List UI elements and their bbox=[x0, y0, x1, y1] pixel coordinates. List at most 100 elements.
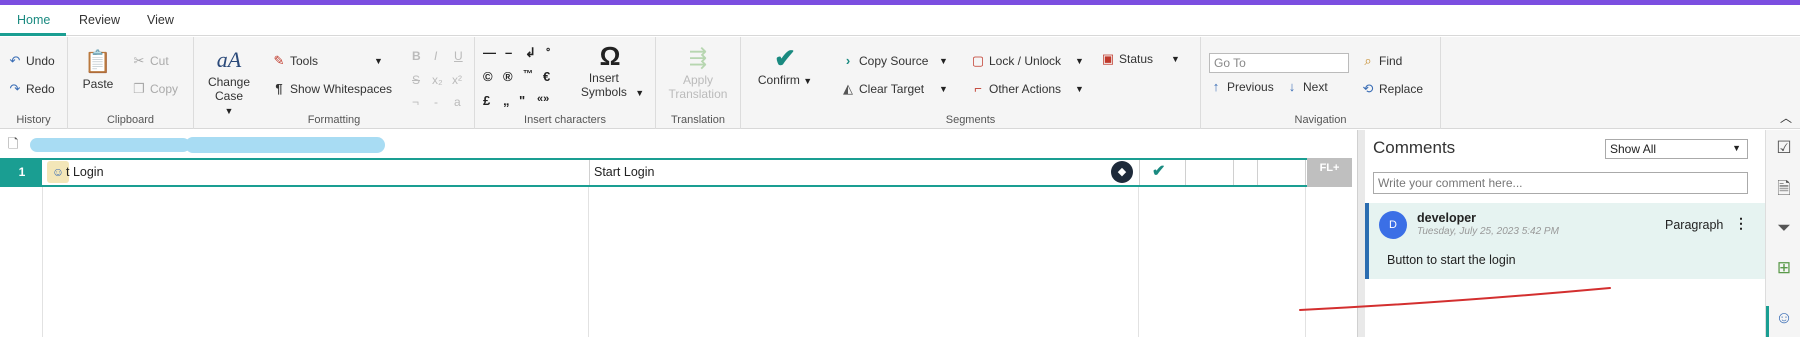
italic-icon[interactable]: I bbox=[434, 49, 437, 63]
em-dash-icon[interactable]: — bbox=[483, 45, 496, 60]
target-text: Start Login bbox=[594, 165, 655, 179]
apply-translation-button[interactable]: ⇶ Apply Translation bbox=[664, 43, 732, 101]
undo-button[interactable]: ↶ Undo bbox=[8, 53, 55, 69]
copy-label: Copy bbox=[150, 82, 179, 96]
bold-icon[interactable]: B bbox=[412, 49, 421, 63]
tab-home[interactable]: Home bbox=[17, 13, 50, 27]
subscript-icon[interactable]: x₂ bbox=[432, 73, 443, 87]
next-button[interactable]: ↓ Next bbox=[1285, 79, 1328, 94]
lock-unlock-label: Lock / Unlock bbox=[989, 54, 1062, 68]
degree-icon[interactable]: ∘ bbox=[545, 45, 551, 56]
clear-target-button[interactable]: ◭ Clear Target bbox=[841, 81, 924, 97]
comments-filter-select[interactable]: Show All ▼ bbox=[1605, 139, 1748, 159]
low-quote-symbol[interactable]: „ bbox=[503, 93, 510, 108]
replace-label: Replace bbox=[1379, 82, 1424, 96]
tools-icon: ✎ bbox=[273, 53, 285, 68]
target-cell[interactable]: Start Login bbox=[590, 160, 1140, 185]
superscript-icon[interactable]: x² bbox=[452, 73, 462, 87]
segment-row[interactable]: 1 ☺ t Login Start Login ◆ ✔ FL+ bbox=[0, 158, 1352, 187]
not-sign-icon[interactable]: ¬ bbox=[412, 95, 419, 109]
clipboard-group: 📋 Paste ✂ Cut ❐ Copy Clipboard bbox=[68, 37, 194, 129]
translation-group-label: Translation bbox=[670, 114, 725, 126]
insert-characters-group-label: Insert characters bbox=[524, 114, 606, 126]
show-whitespaces-label: Show Whitespaces bbox=[290, 81, 393, 96]
previous-button[interactable]: ↑ Previous bbox=[1209, 79, 1274, 94]
copy-button[interactable]: ❐ Copy bbox=[132, 81, 178, 97]
status-dropdown-icon[interactable]: ▼ bbox=[1171, 54, 1180, 64]
lock-icon: ▢ bbox=[971, 53, 985, 68]
registered-symbol[interactable]: ® bbox=[503, 69, 513, 84]
undo-icon: ↶ bbox=[9, 53, 21, 68]
chevron-down-icon: ▼ bbox=[635, 88, 645, 98]
copy-source-dropdown-icon[interactable]: ▼ bbox=[939, 56, 948, 66]
filter-icon[interactable]: ⏷ bbox=[1772, 218, 1796, 242]
search-icon: ⌕ bbox=[1364, 53, 1372, 68]
guillemets-symbol[interactable]: «» bbox=[537, 93, 549, 105]
navigation-group-label: Navigation bbox=[1294, 114, 1347, 126]
comment-scope: Paragraph bbox=[1665, 218, 1724, 232]
other-actions-button[interactable]: ⌐ Other Actions bbox=[971, 81, 1061, 96]
panel-splitter[interactable] bbox=[1357, 130, 1365, 337]
column-divider bbox=[1305, 187, 1306, 337]
editor-panel: 🗋 1 ☺ t Login Start Login ◆ ✔ FL+ bbox=[0, 130, 1357, 337]
formatting-group-label: Formatting bbox=[307, 114, 361, 126]
qa-check-icon[interactable]: ☑ bbox=[1772, 138, 1796, 162]
tm-lookup-icon[interactable]: ⊞ bbox=[1772, 258, 1796, 282]
tab-review[interactable]: Review bbox=[79, 13, 120, 27]
source-cell[interactable]: ☺ t Login bbox=[42, 160, 590, 185]
comment-card[interactable]: D developer Tuesday, July 25, 2023 5:42 … bbox=[1365, 203, 1765, 279]
trademark-symbol[interactable]: ™ bbox=[523, 69, 533, 80]
paste-button[interactable]: 📋 Paste bbox=[78, 47, 118, 91]
en-dash-icon[interactable]: – bbox=[505, 45, 512, 60]
active-tab-indicator bbox=[0, 33, 66, 36]
apply-translation-icon: ⇶ bbox=[688, 45, 708, 70]
euro-symbol[interactable]: € bbox=[543, 69, 550, 84]
chevron-right-icon: › bbox=[845, 53, 851, 68]
underline-icon[interactable]: U bbox=[454, 49, 463, 63]
comment-input[interactable]: Write your comment here... bbox=[1373, 172, 1748, 194]
pound-symbol[interactable]: £ bbox=[483, 93, 490, 108]
find-button[interactable]: ⌕ Find bbox=[1361, 53, 1402, 69]
return-icon[interactable]: ↲ bbox=[525, 45, 536, 61]
info-cell-2 bbox=[1234, 160, 1258, 185]
status-button[interactable]: ▣ Status bbox=[1101, 51, 1153, 67]
other-actions-dropdown-icon[interactable]: ▼ bbox=[1075, 84, 1084, 94]
confirm-button[interactable]: ✔ Confirm ▼ bbox=[753, 43, 817, 87]
change-case-button[interactable]: aA Change Case ▼ bbox=[204, 45, 254, 117]
tools-button[interactable]: ✎ Tools bbox=[272, 53, 318, 69]
case-icon[interactable]: a bbox=[454, 95, 461, 109]
comment-body: Button to start the login bbox=[1387, 253, 1516, 267]
ribbon-tabs: Home Review View bbox=[0, 5, 1800, 36]
chevron-down-icon: ▼ bbox=[1732, 143, 1741, 153]
other-actions-icon: ⌐ bbox=[974, 81, 982, 96]
insert-symbols-button[interactable]: Ω Insert Symbols ▼ bbox=[575, 41, 645, 99]
cut-button[interactable]: ✂ Cut bbox=[132, 53, 169, 69]
arrow-up-icon: ↑ bbox=[1212, 79, 1220, 94]
find-label: Find bbox=[1379, 54, 1403, 68]
lock-unlock-button[interactable]: ▢ Lock / Unlock bbox=[971, 53, 1061, 69]
replace-button[interactable]: ⟲ Replace bbox=[1361, 81, 1423, 97]
history-group-label: History bbox=[16, 114, 51, 126]
mt-indicator-icon[interactable]: ◆ bbox=[1111, 161, 1133, 183]
clear-target-dropdown-icon[interactable]: ▼ bbox=[939, 84, 948, 94]
status-label: Status bbox=[1119, 52, 1154, 66]
column-divider bbox=[588, 187, 589, 337]
goto-input[interactable]: Go To bbox=[1209, 53, 1349, 73]
quote-symbol[interactable]: " bbox=[519, 93, 525, 108]
change-case-label: Change Case bbox=[207, 75, 251, 103]
tab-view[interactable]: View bbox=[147, 13, 174, 27]
avatar: D bbox=[1379, 211, 1407, 239]
document-icon[interactable]: 🗎 bbox=[1772, 176, 1796, 200]
redo-button[interactable]: ↷ Redo bbox=[8, 81, 55, 97]
show-whitespaces-button[interactable]: ¶ Show Whitespaces bbox=[272, 81, 392, 96]
more-options-icon[interactable]: ⋮ bbox=[1734, 215, 1748, 232]
strikethrough-icon[interactable]: S bbox=[412, 73, 420, 87]
tools-dropdown-icon[interactable]: ▼ bbox=[374, 56, 383, 66]
dash-icon[interactable]: - bbox=[434, 95, 438, 109]
lock-unlock-dropdown-icon[interactable]: ▼ bbox=[1075, 56, 1084, 66]
copy-source-button[interactable]: › Copy Source bbox=[841, 53, 929, 68]
copyright-symbol[interactable]: © bbox=[483, 69, 493, 84]
collapse-ribbon-icon[interactable]: ︿ bbox=[1780, 109, 1792, 126]
insert-symbols-label: Insert Symbols bbox=[580, 71, 627, 99]
comments-panel-icon[interactable]: ☺ bbox=[1772, 308, 1796, 332]
